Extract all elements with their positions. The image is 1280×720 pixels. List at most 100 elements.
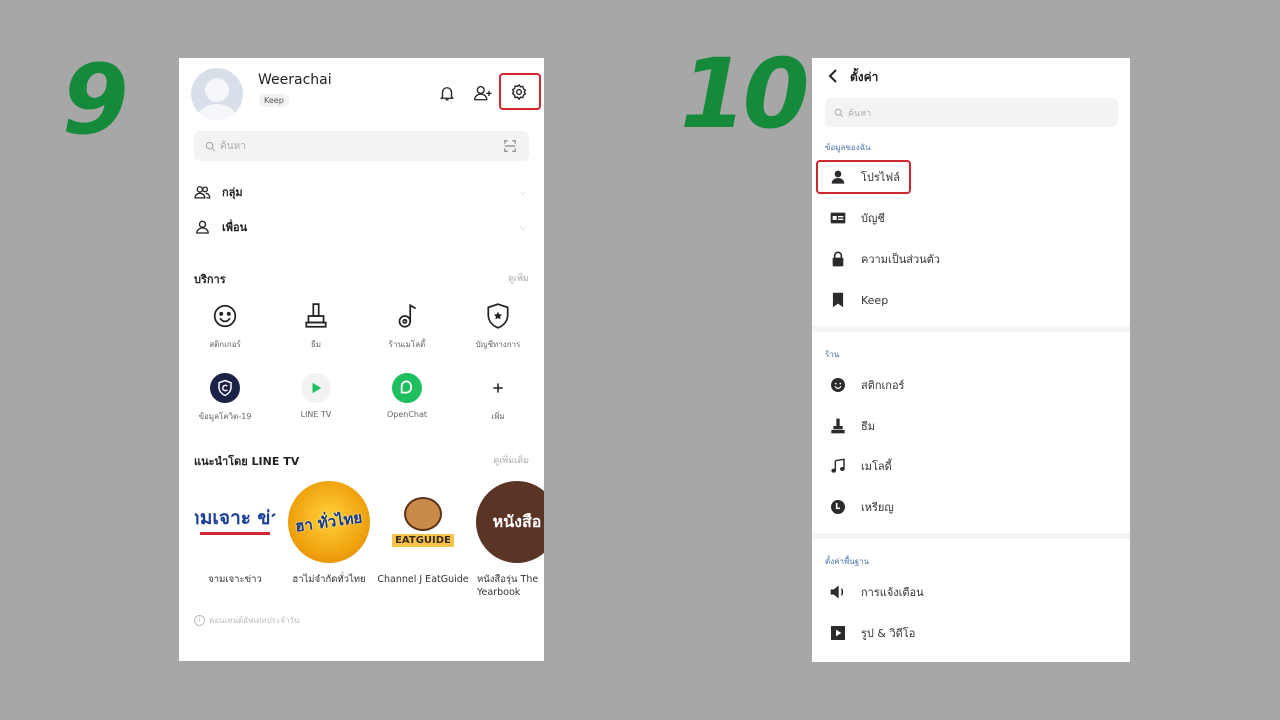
page-title: ตั้งค่า xyxy=(850,70,879,84)
row-friends[interactable]: เพื่อน ⌵ xyxy=(194,215,529,239)
search-placeholder: ค้นหา xyxy=(848,108,872,119)
settings-item-label: ความเป็นส่วนตัว xyxy=(861,253,940,266)
service-line-tv[interactable]: LINE TV xyxy=(276,372,356,419)
settings-item-notifications[interactable]: การแจ้งเตือน xyxy=(812,572,1130,612)
settings-item-label: บัญชี xyxy=(861,212,885,225)
settings-item-sticker[interactable]: สติกเกอร์ xyxy=(812,365,1130,405)
settings-item-profile[interactable]: โปรไฟล์ xyxy=(812,157,1130,197)
official-shield-icon xyxy=(482,300,514,332)
add-friend-icon[interactable] xyxy=(471,82,495,104)
show-thumb-2[interactable]: ฮา ทั่วไทย xyxy=(288,481,370,563)
search-placeholder: ค้นหา xyxy=(220,140,246,152)
settings-item-label: สติกเกอร์ xyxy=(861,379,905,392)
search-icon xyxy=(205,141,216,151)
show-title-4[interactable]: หนังสือรุ่น The Yearbook xyxy=(477,573,544,599)
account-card-icon xyxy=(828,208,848,228)
service-label: เพิ่ม xyxy=(491,412,505,421)
search-icon xyxy=(834,108,844,117)
theme-brush-icon xyxy=(828,416,848,436)
gear-icon[interactable] xyxy=(507,81,531,103)
covid-info-icon xyxy=(209,372,241,404)
show-title-2[interactable]: ฮาไม่จำกัดทั่วไทย xyxy=(279,573,379,586)
person-icon xyxy=(828,167,848,187)
settings-item-label: Keep xyxy=(861,293,889,307)
show-logo-text: จามเจาะ ข่าว xyxy=(194,507,276,529)
service-label: OpenChat xyxy=(386,410,428,419)
smile-icon xyxy=(828,375,848,395)
service-label: LINE TV xyxy=(300,410,332,419)
show-thumb-1[interactable]: จามเจาะ ข่าว xyxy=(194,481,276,563)
show-logo-text: หนังสือ xyxy=(492,511,542,531)
settings-screen: ตั้งค่า ค้นหา ข้อมูลของฉัน โปรไฟล์ บัญชี… xyxy=(812,58,1130,662)
settings-item-theme[interactable]: ธีม xyxy=(812,406,1130,446)
settings-item-photos-videos[interactable]: รูป & วิดีโอ xyxy=(812,613,1130,653)
status-pill[interactable]: Keep xyxy=(259,94,289,107)
bookmark-icon xyxy=(828,290,848,310)
show-logo-text: ฮา ทั่วไทย xyxy=(294,508,364,536)
bell-icon[interactable] xyxy=(436,82,458,104)
service-openchat[interactable]: OpenChat xyxy=(367,372,447,419)
linetv-title: แนะนำโดย LINE TV xyxy=(194,455,300,468)
settings-item-label: รูป & วิดีโอ xyxy=(861,627,916,640)
speaker-icon xyxy=(828,582,848,602)
settings-item-account[interactable]: บัญชี xyxy=(812,198,1130,238)
video-icon xyxy=(828,623,848,643)
openchat-icon xyxy=(391,372,423,404)
row-groups[interactable]: กลุ่ม ⌵ xyxy=(194,180,529,204)
theme-brush-icon xyxy=(300,300,332,332)
section-title-my-info: ข้อมูลของฉัน xyxy=(825,143,871,152)
show-thumb-4[interactable]: หนังสือ xyxy=(476,481,544,563)
settings-item-label: โปรไฟล์ xyxy=(861,171,900,184)
step-number-9: 9 xyxy=(62,44,129,156)
back-chevron-icon[interactable] xyxy=(824,66,842,86)
settings-item-label: เมโลดี้ xyxy=(861,460,892,473)
service-theme[interactable]: ธีม xyxy=(276,300,356,351)
step-number-10: 10 xyxy=(680,38,810,150)
settings-item-privacy[interactable]: ความเป็นส่วนตัว xyxy=(812,239,1130,279)
chef-mascot-icon xyxy=(404,497,442,531)
search-input[interactable]: ค้นหา xyxy=(825,98,1118,127)
logo-accent xyxy=(200,532,270,535)
lock-icon xyxy=(828,249,848,269)
profile-name[interactable]: Weerachai xyxy=(258,72,332,88)
section-title-store: ร้าน xyxy=(825,350,840,359)
service-label: บัญชีทางการ xyxy=(475,340,521,349)
show-title-1[interactable]: จามเจาะข่าว xyxy=(185,573,285,586)
plus-icon xyxy=(482,372,514,404)
settings-item-keep[interactable]: Keep xyxy=(812,280,1130,320)
music-note-icon xyxy=(828,456,848,476)
melody-note-icon xyxy=(391,300,423,332)
scan-qr-icon[interactable] xyxy=(503,139,517,153)
show-title-3[interactable]: Channel J EatGuide xyxy=(373,573,473,586)
chevron-down-icon: ⌵ xyxy=(519,186,527,198)
section-title-basic-settings: ตั้งค่าพื้นฐาน xyxy=(825,557,870,566)
settings-item-label: ธีม xyxy=(861,420,875,433)
service-covid-info[interactable]: ข้อมูลโควิด-19 xyxy=(185,372,265,423)
service-sticker[interactable]: สติกเกอร์ xyxy=(185,300,265,351)
chevron-down-icon: ⌵ xyxy=(519,221,527,233)
settings-item-melody[interactable]: เมโลดี้ xyxy=(812,446,1130,486)
service-label: ธีม xyxy=(310,340,322,349)
settings-item-coin[interactable]: เหรียญ xyxy=(812,487,1130,527)
smile-icon xyxy=(209,300,241,332)
linetv-more-link[interactable]: ดูเพิ่มเติม xyxy=(493,453,529,467)
service-label: ร้านเมโลดี้ xyxy=(388,340,426,349)
services-more-link[interactable]: ดูเพิ่ม xyxy=(508,271,529,285)
service-add-more[interactable]: เพิ่ม xyxy=(458,372,538,423)
settings-item-label: เหรียญ xyxy=(861,501,894,514)
info-icon: i xyxy=(194,615,205,626)
footer-note: i คอนเทนต์อัพเดทประจำวัน xyxy=(194,614,299,627)
line-tv-play-icon xyxy=(300,372,332,404)
search-input[interactable]: ค้นหา xyxy=(194,131,529,161)
show-thumb-3[interactable]: EATGUIDE xyxy=(382,481,464,563)
avatar[interactable] xyxy=(191,68,243,120)
friend-icon xyxy=(196,220,209,234)
service-official-account[interactable]: บัญชีทางการ xyxy=(458,300,538,351)
settings-item-label: การแจ้งเตือน xyxy=(861,586,924,599)
service-melody[interactable]: ร้านเมโลดี้ xyxy=(367,300,447,351)
coin-icon xyxy=(828,497,848,517)
row-groups-label: กลุ่ม xyxy=(222,186,243,199)
show-logo-text: EATGUIDE xyxy=(392,534,454,547)
footer-note-text: คอนเทนต์อัพเดทประจำวัน xyxy=(209,616,300,625)
row-friends-label: เพื่อน xyxy=(222,221,248,234)
